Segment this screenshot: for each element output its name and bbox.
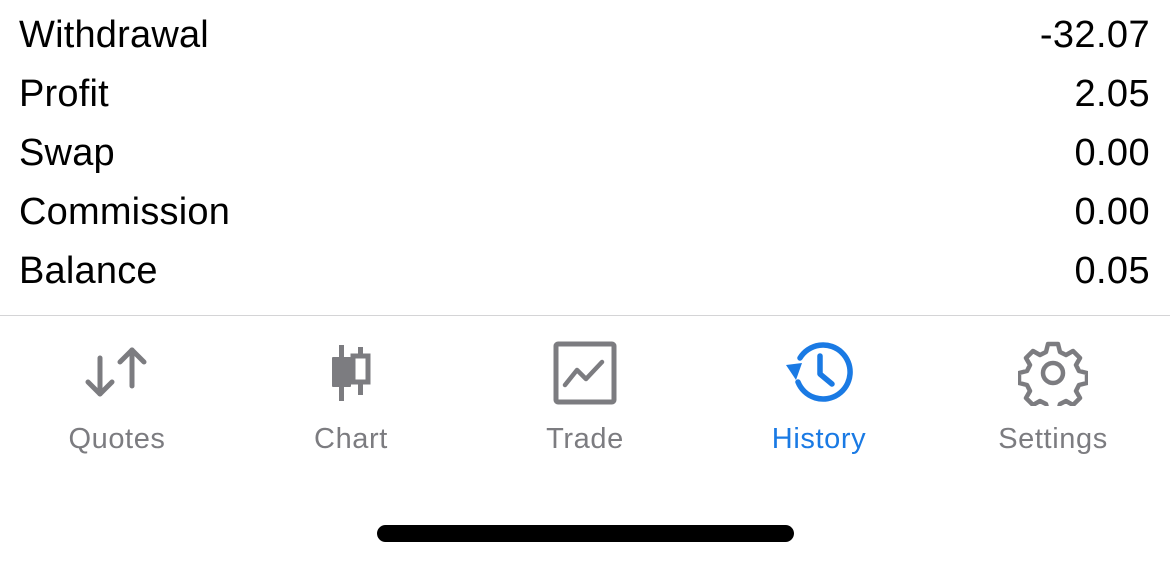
summary-value: -32.07 xyxy=(1039,14,1150,56)
tab-label: Chart xyxy=(314,423,388,455)
tab-trade[interactable]: Trade xyxy=(468,316,702,486)
account-summary: Withdrawal -32.07 Profit 2.05 Swap 0.00 … xyxy=(0,6,1170,301)
candlestick-chart-icon xyxy=(316,340,386,406)
summary-row-swap: Swap 0.00 xyxy=(0,124,1170,183)
summary-value: 0.00 xyxy=(1074,191,1150,233)
tab-label: Quotes xyxy=(68,423,166,455)
tab-history[interactable]: History xyxy=(702,316,936,486)
summary-value: 0.00 xyxy=(1074,132,1150,174)
summary-label: Commission xyxy=(19,191,231,233)
summary-row-balance: Balance 0.05 xyxy=(0,242,1170,301)
history-clock-icon xyxy=(784,340,854,406)
summary-row-withdrawal: Withdrawal -32.07 xyxy=(0,6,1170,65)
trade-chart-icon xyxy=(550,340,620,406)
tab-label: Settings xyxy=(998,423,1108,455)
summary-row-commission: Commission 0.00 xyxy=(0,183,1170,242)
tab-bar: Quotes Chart Trade History Settings xyxy=(0,316,1170,486)
summary-label: Swap xyxy=(19,132,115,174)
tab-quotes[interactable]: Quotes xyxy=(0,316,234,486)
tab-chart[interactable]: Chart xyxy=(234,316,468,486)
summary-label: Withdrawal xyxy=(19,14,209,56)
gear-icon xyxy=(1018,340,1088,406)
summary-row-profit: Profit 2.05 xyxy=(0,65,1170,124)
home-indicator[interactable] xyxy=(377,525,794,542)
tab-settings[interactable]: Settings xyxy=(936,316,1170,486)
tab-label: Trade xyxy=(546,423,624,455)
summary-label: Profit xyxy=(19,73,109,115)
quotes-arrows-icon xyxy=(82,340,152,406)
summary-value: 2.05 xyxy=(1074,73,1150,115)
summary-value: 0.05 xyxy=(1074,250,1150,292)
summary-label: Balance xyxy=(19,250,158,292)
tab-label: History xyxy=(771,423,867,455)
